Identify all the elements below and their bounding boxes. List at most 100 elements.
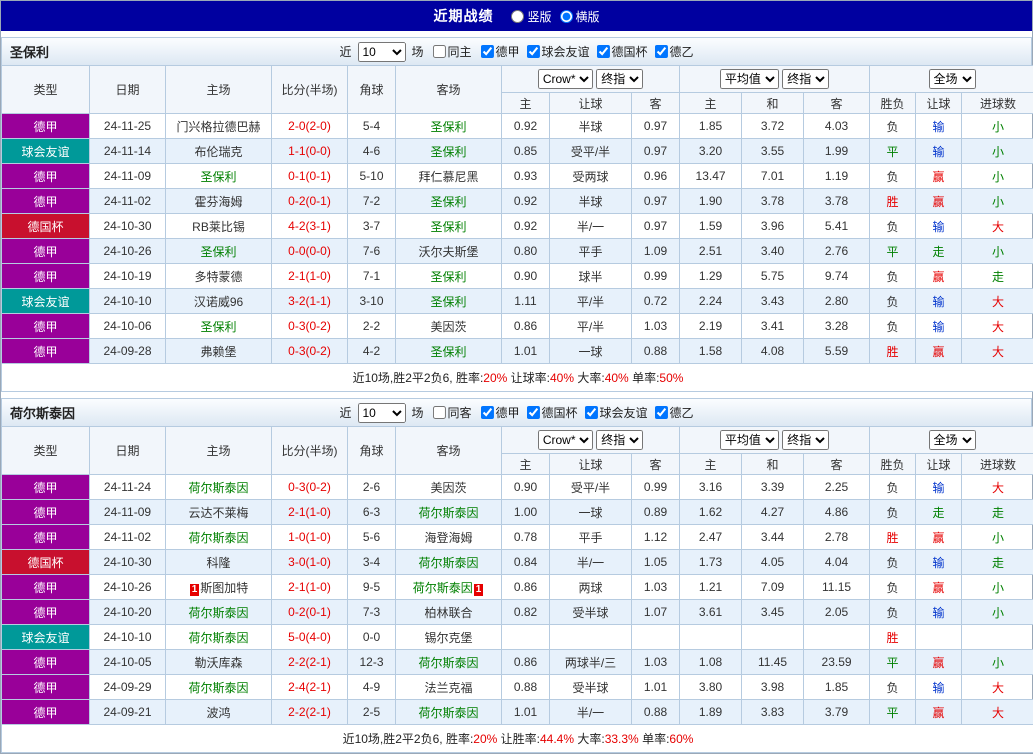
home-team[interactable]: 圣保利 [166, 164, 272, 189]
odds-final-select[interactable]: 终指 [596, 430, 643, 450]
team-link[interactable]: 荷尔斯泰因 [418, 706, 478, 720]
away-team[interactable]: 法兰克福 [396, 675, 502, 700]
team-link[interactable]: 荷尔斯泰因 [188, 531, 248, 545]
league-checkbox[interactable] [480, 45, 493, 58]
team-link[interactable]: 勒沃库森 [194, 656, 242, 670]
team-link[interactable]: 门兴格拉德巴赫 [176, 120, 260, 134]
team-link[interactable]: 圣保利 [430, 145, 466, 159]
team-link[interactable]: 布伦瑞克 [194, 145, 242, 159]
team-link[interactable]: 汉诺威96 [194, 295, 243, 309]
home-team[interactable]: 荷尔斯泰因 [166, 600, 272, 625]
league-filter-德乙[interactable]: 德乙 [655, 404, 694, 421]
league-checkbox[interactable] [527, 406, 540, 419]
home-team[interactable]: 荷尔斯泰因 [166, 675, 272, 700]
odds-final-select[interactable]: 终指 [596, 69, 643, 89]
team-link[interactable]: 荷尔斯泰因 [188, 631, 248, 645]
team-link[interactable]: 圣保利 [430, 345, 466, 359]
team-link[interactable]: 荷尔斯泰因 [188, 606, 248, 620]
home-team[interactable]: 圣保利 [166, 314, 272, 339]
away-team[interactable]: 荷尔斯泰因1 [396, 575, 502, 600]
same-venue-filter[interactable]: 同客 [432, 404, 471, 421]
team-link[interactable]: 多特蒙德 [194, 270, 242, 284]
team-link[interactable]: 波鸿 [206, 706, 230, 720]
layout-vertical-option[interactable]: 竖版 [511, 8, 551, 25]
league-checkbox[interactable] [597, 45, 610, 58]
fulltime-select[interactable]: 全场 [929, 69, 976, 89]
home-team[interactable]: 多特蒙德 [166, 264, 272, 289]
league-filter-球会友谊[interactable]: 球会友谊 [527, 43, 590, 60]
away-team[interactable]: 柏林联合 [396, 600, 502, 625]
away-team[interactable]: 美因茨 [396, 475, 502, 500]
team-link[interactable]: 荷尔斯泰因 [418, 656, 478, 670]
team-link[interactable]: 圣保利 [430, 270, 466, 284]
league-checkbox[interactable] [480, 406, 493, 419]
team-link[interactable]: 圣保利 [430, 295, 466, 309]
league-filter-德乙[interactable]: 德乙 [655, 43, 694, 60]
league-checkbox[interactable] [585, 406, 598, 419]
home-team[interactable]: 云达不莱梅 [166, 500, 272, 525]
avg-final-select[interactable]: 终指 [782, 69, 829, 89]
away-team[interactable]: 圣保利 [396, 264, 502, 289]
league-filter-球会友谊[interactable]: 球会友谊 [585, 404, 648, 421]
team-link[interactable]: 美因茨 [430, 320, 466, 334]
home-team[interactable]: 弗赖堡 [166, 339, 272, 364]
team-link[interactable]: 荷尔斯泰因 [188, 681, 248, 695]
away-team[interactable]: 圣保利 [396, 289, 502, 314]
league-checkbox[interactable] [655, 406, 668, 419]
team-link[interactable]: 沃尔夫斯堡 [418, 245, 478, 259]
league-checkbox[interactable] [527, 45, 540, 58]
away-team[interactable]: 拜仁慕尼黑 [396, 164, 502, 189]
home-team[interactable]: 荷尔斯泰因 [166, 475, 272, 500]
home-team[interactable]: 荷尔斯泰因 [166, 525, 272, 550]
team-link[interactable]: 科隆 [206, 556, 230, 570]
home-team[interactable]: 圣保利 [166, 239, 272, 264]
team-link[interactable]: 斯图加特 [200, 581, 248, 595]
team-link[interactable]: 法兰克福 [424, 681, 472, 695]
home-team[interactable]: 布伦瑞克 [166, 139, 272, 164]
match-count-select[interactable]: 10 [357, 403, 405, 423]
home-team[interactable]: 勒沃库森 [166, 650, 272, 675]
away-team[interactable]: 圣保利 [396, 189, 502, 214]
bookmaker-select[interactable]: Crow* [538, 430, 593, 450]
away-team[interactable]: 圣保利 [396, 139, 502, 164]
away-team[interactable]: 沃尔夫斯堡 [396, 239, 502, 264]
away-team[interactable]: 圣保利 [396, 114, 502, 139]
same-venue-filter[interactable]: 同主 [432, 43, 471, 60]
team-link[interactable]: RB莱比锡 [192, 220, 245, 234]
home-team[interactable]: 波鸿 [166, 700, 272, 725]
home-team[interactable]: 科隆 [166, 550, 272, 575]
home-team[interactable]: 汉诺威96 [166, 289, 272, 314]
home-team[interactable]: 1斯图加特 [166, 575, 272, 600]
same-venue-checkbox[interactable] [432, 45, 445, 58]
away-team[interactable]: 海登海姆 [396, 525, 502, 550]
away-team[interactable]: 圣保利 [396, 214, 502, 239]
team-link[interactable]: 柏林联合 [424, 606, 472, 620]
team-link[interactable]: 霍芬海姆 [194, 195, 242, 209]
away-team[interactable]: 荷尔斯泰因 [396, 550, 502, 575]
team-link[interactable]: 美因茨 [430, 481, 466, 495]
team-link[interactable]: 圣保利 [200, 170, 236, 184]
average-select[interactable]: 平均值 [720, 69, 779, 89]
avg-final-select[interactable]: 终指 [782, 430, 829, 450]
layout-horizontal-radio[interactable] [560, 10, 573, 23]
team-link[interactable]: 弗赖堡 [200, 345, 236, 359]
team-link[interactable]: 圣保利 [430, 195, 466, 209]
home-team[interactable]: 霍芬海姆 [166, 189, 272, 214]
bookmaker-select[interactable]: Crow* [538, 69, 593, 89]
away-team[interactable]: 荷尔斯泰因 [396, 650, 502, 675]
layout-vertical-radio[interactable] [511, 10, 524, 23]
team-link[interactable]: 荷尔斯泰因 [188, 481, 248, 495]
team-link[interactable]: 海登海姆 [424, 531, 472, 545]
away-team[interactable]: 圣保利 [396, 339, 502, 364]
team-link[interactable]: 荷尔斯泰因 [418, 506, 478, 520]
team-link[interactable]: 荷尔斯泰因 [418, 556, 478, 570]
home-team[interactable]: 门兴格拉德巴赫 [166, 114, 272, 139]
league-filter-德国杯[interactable]: 德国杯 [597, 43, 648, 60]
home-team[interactable]: 荷尔斯泰因 [166, 625, 272, 650]
team-link[interactable]: 荷尔斯泰因 [413, 581, 473, 595]
team-link[interactable]: 圣保利 [200, 320, 236, 334]
average-select[interactable]: 平均值 [720, 430, 779, 450]
league-checkbox[interactable] [655, 45, 668, 58]
team-link[interactable]: 圣保利 [430, 220, 466, 234]
team-link[interactable]: 锡尔克堡 [424, 631, 472, 645]
